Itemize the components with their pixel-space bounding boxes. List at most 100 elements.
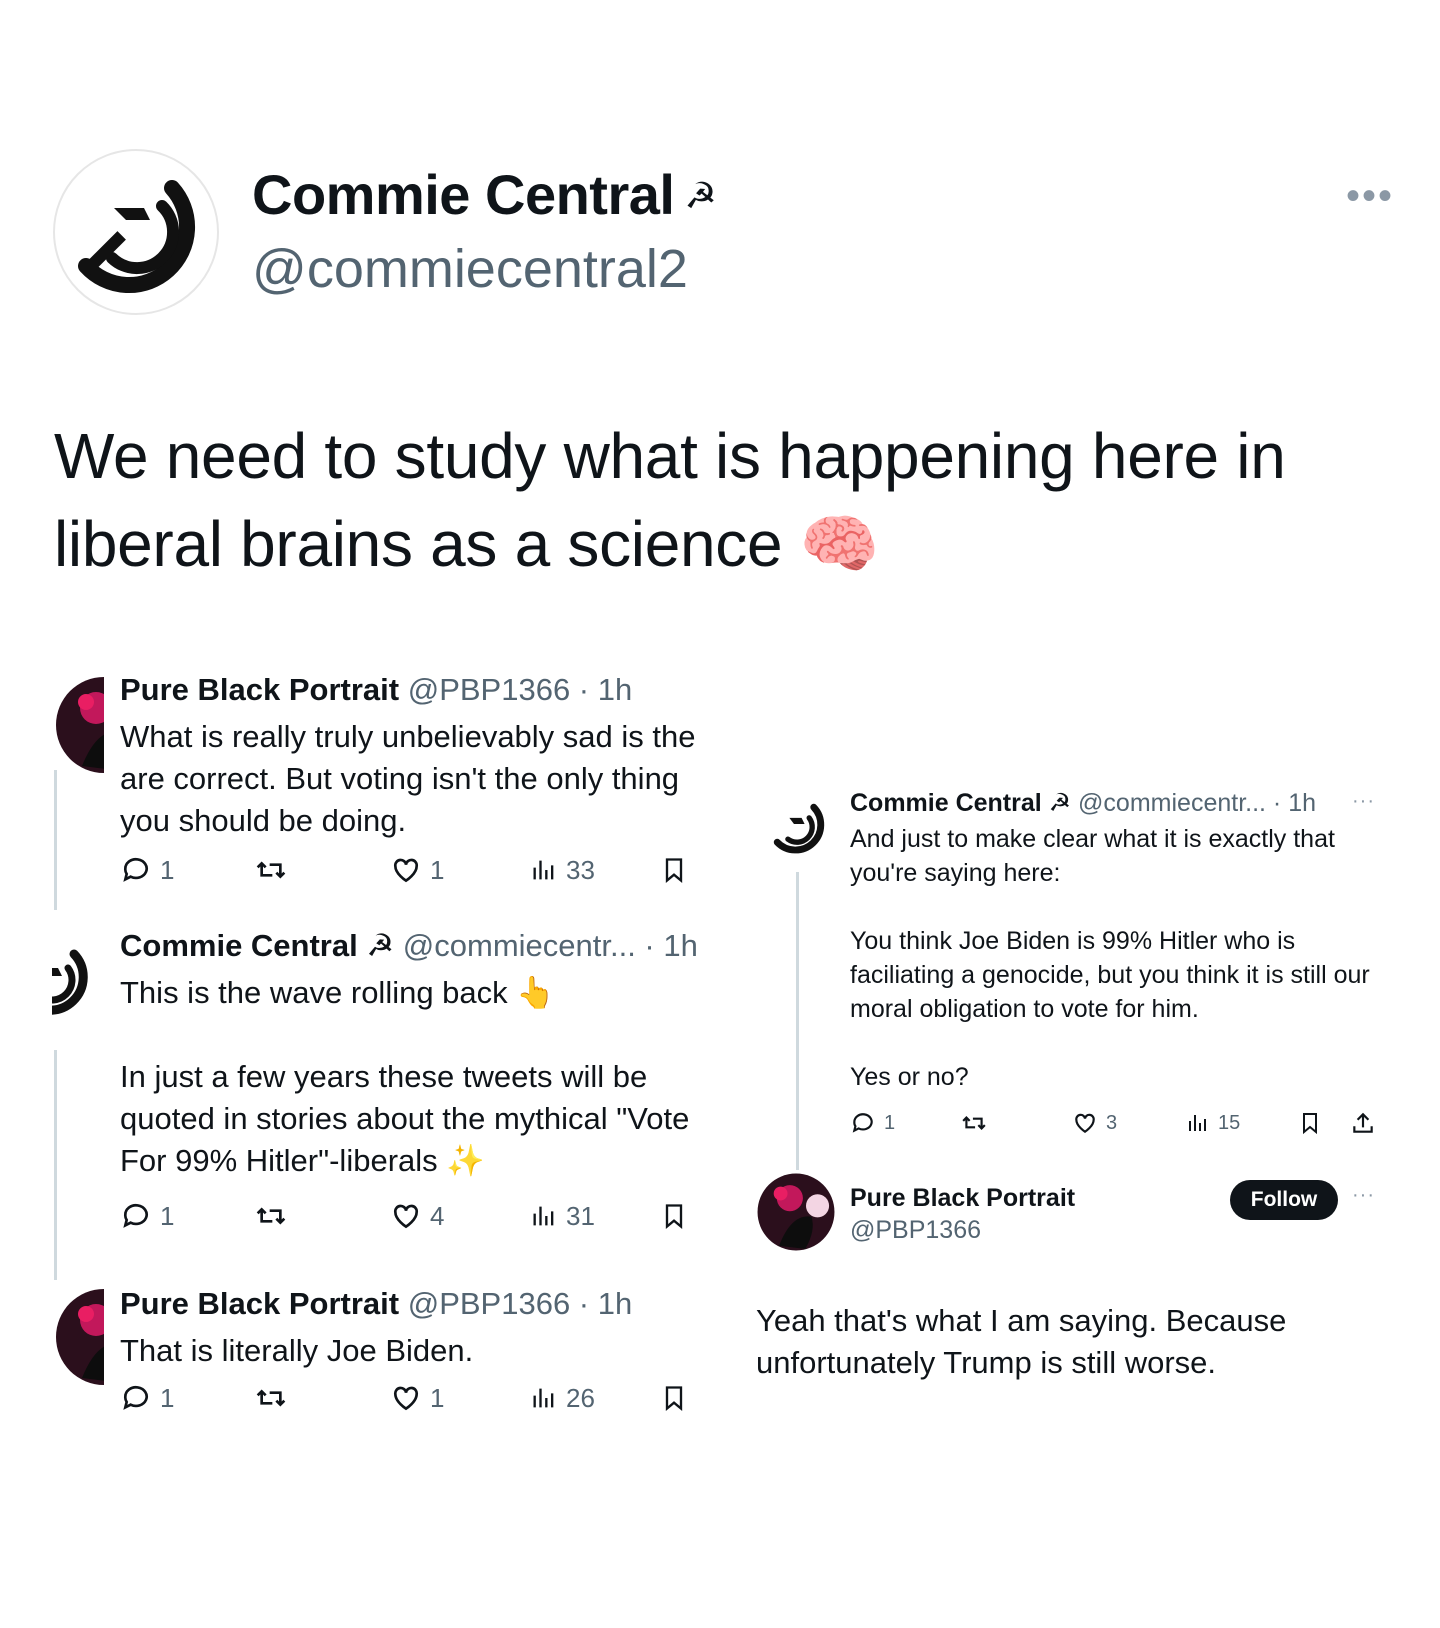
view-count: 26 [566,1382,595,1413]
retweet-button[interactable] [960,1106,988,1140]
tweet-actions: 1 1 26 [120,1378,700,1418]
reply-button[interactable]: 1 [850,1106,895,1140]
views-chart-icon [533,1388,554,1408]
tweet-text: This is the wave rolling back 👆 In just … [120,975,690,1178]
thread-line [796,872,799,1170]
share-icon [1353,1112,1373,1133]
tweet-actions: 1 1 33 [120,850,700,890]
bookmark-icon [665,1386,683,1411]
author-handle-time[interactable]: @PBP1366 · 1h [408,672,633,707]
reply-button[interactable]: 1 [120,850,174,890]
follow-button[interactable]: Follow [1230,1180,1338,1220]
author-name-text: Commie Central [252,163,675,226]
tweet-text: That is literally Joe Biden. [120,1333,474,1368]
heart-icon [393,858,419,883]
reply-icon [123,857,148,882]
thread-line [54,770,57,910]
author-handle-time[interactable]: @commiecentr... · 1h [1078,789,1316,817]
views-button[interactable]: 33 [530,850,595,890]
share-button[interactable] [1350,1106,1376,1140]
author-handle-time[interactable]: @commiecentr... · 1h [403,928,698,963]
hammer-sickle-emoji: ☭ [684,175,717,216]
tweet-text: What is really truly unbelievably sad is… [120,719,705,838]
heart-icon [1075,1113,1095,1133]
tweet-actions: 1 3 15 [850,1106,1380,1140]
portrait-avatar-icon [56,677,104,773]
tweet-header: Pure Black Portrait @PBP1366 · 1h [120,672,632,708]
author-name[interactable]: Pure Black Portrait [120,1286,399,1321]
tweet-header: Commie Central ☭ @commiecentr... · 1h [850,788,1316,818]
main-tweet-text: We need to study what is happening here … [54,420,1286,580]
like-count: 1 [430,1382,445,1413]
main-author-handle[interactable]: @commiecentral2 [252,238,688,300]
reply-icon [852,1113,873,1133]
reply-text: Yeah that's what I am saying. Because un… [756,1303,1287,1380]
bookmark-icon [665,858,683,883]
hammer-sickle-logo-icon [52,938,94,1022]
commie-avatar[interactable] [762,792,832,862]
views-chart-icon [533,860,554,880]
reply-count: 1 [160,1200,175,1231]
hammer-sickle-logo-icon [53,149,219,315]
main-avatar[interactable] [52,148,220,316]
retweet-icon [256,1389,286,1407]
views-button[interactable]: 26 [530,1378,595,1418]
tweet-header: Commie Central ☭ @commiecentr... · 1h [120,928,698,964]
like-count: 4 [430,1200,445,1231]
views-button[interactable]: 15 [1186,1106,1240,1140]
retweet-button[interactable] [254,1196,288,1236]
bookmark-button[interactable] [660,850,688,890]
more-options-icon[interactable]: ··· [1352,790,1375,813]
bookmark-button[interactable] [660,1196,688,1236]
like-button[interactable]: 3 [1072,1106,1117,1140]
bookmark-icon [665,1204,683,1229]
bookmark-button[interactable] [1298,1106,1322,1140]
reply-button[interactable]: 1 [120,1378,174,1418]
portrait-avatar[interactable] [756,1172,836,1252]
heart-icon [393,1204,419,1229]
views-button[interactable]: 31 [530,1196,595,1236]
views-chart-icon [533,1206,554,1226]
reply-icon [123,1385,148,1410]
portrait-avatar[interactable] [52,676,104,774]
retweet-icon [256,1207,286,1225]
portrait-avatar-icon [56,1289,104,1385]
reply-count: 1 [884,1111,896,1134]
portrait-avatar[interactable] [52,1288,104,1386]
hammer-sickle-emoji: ☭ [1048,789,1072,817]
reply-count: 1 [160,854,175,885]
reply-count: 1 [160,1382,175,1413]
view-count: 33 [566,854,595,885]
author-name[interactable]: Commie Central [850,789,1042,817]
heart-icon [393,1386,419,1411]
more-options-icon[interactable]: ••• [1346,176,1394,216]
retweet-icon [256,861,286,879]
tweet-header: Pure Black Portrait @PBP1366 · 1h [120,1286,632,1322]
retweet-button[interactable] [254,850,288,890]
more-options-icon[interactable]: ··· [1352,1184,1375,1207]
author-name[interactable]: Commie Central [120,928,358,963]
like-button[interactable]: 1 [390,850,444,890]
thread-line [54,1050,57,1280]
author-handle[interactable]: @PBP1366 [850,1216,981,1245]
main-author-name[interactable]: Commie Central ☭ [252,162,717,227]
hammer-sickle-logo-icon [763,793,831,861]
view-count: 15 [1218,1111,1241,1134]
hammer-sickle-emoji: ☭ [366,928,395,963]
like-count: 3 [1106,1111,1118,1134]
commie-avatar[interactable] [52,934,98,1032]
retweet-button[interactable] [254,1378,288,1418]
author-name[interactable]: Pure Black Portrait [120,672,399,707]
retweet-icon [962,1116,986,1130]
reply-button[interactable]: 1 [120,1196,174,1236]
author-handle-time[interactable]: @PBP1366 · 1h [408,1286,633,1321]
like-count: 1 [430,854,445,885]
like-button[interactable]: 4 [390,1196,444,1236]
author-name[interactable]: Pure Black Portrait [850,1184,1075,1213]
view-count: 31 [566,1200,595,1231]
tweet-actions: 1 4 31 [120,1196,700,1236]
portrait-avatar-icon [757,1173,835,1251]
bookmark-icon [1303,1113,1317,1135]
like-button[interactable]: 1 [390,1378,444,1418]
bookmark-button[interactable] [660,1378,688,1418]
